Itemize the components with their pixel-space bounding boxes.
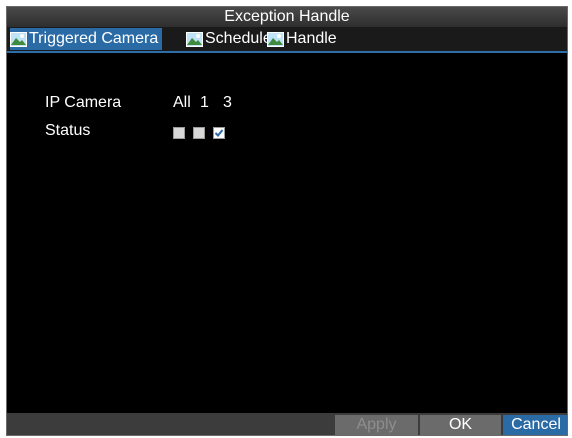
tab-bar: Triggered Camera Schedule Handle (7, 27, 567, 53)
tab-handle[interactable]: Handle (267, 28, 337, 50)
picture-icon (186, 31, 203, 47)
camera-header-all: All (173, 94, 191, 111)
window-title: Exception Handle (7, 7, 567, 27)
checkmark-icon (214, 129, 224, 137)
apply-button[interactable]: Apply (335, 415, 418, 435)
tab-triggered-camera[interactable]: Triggered Camera (10, 28, 163, 50)
ok-button[interactable]: OK (420, 415, 501, 435)
tab-schedule-label: Schedule (205, 30, 272, 47)
camera-header-1: 1 (200, 94, 209, 111)
exception-handle-window: Exception Handle Triggered Camera Schedu… (6, 6, 568, 436)
camera-header-3: 3 (223, 94, 232, 111)
picture-icon (10, 31, 27, 47)
button-bar: Apply OK Cancel (7, 413, 567, 435)
picture-icon (267, 31, 284, 47)
status-checkbox-all[interactable] (173, 127, 185, 139)
tab-triggered-camera-label: Triggered Camera (29, 30, 159, 47)
status-checkbox-3[interactable] (213, 127, 225, 139)
ip-camera-label: IP Camera (45, 94, 122, 111)
status-label: Status (45, 122, 91, 139)
status-checkbox-1[interactable] (193, 127, 205, 139)
tab-handle-label: Handle (286, 30, 337, 47)
tab-schedule[interactable]: Schedule (186, 28, 272, 50)
cancel-button[interactable]: Cancel (503, 415, 567, 435)
